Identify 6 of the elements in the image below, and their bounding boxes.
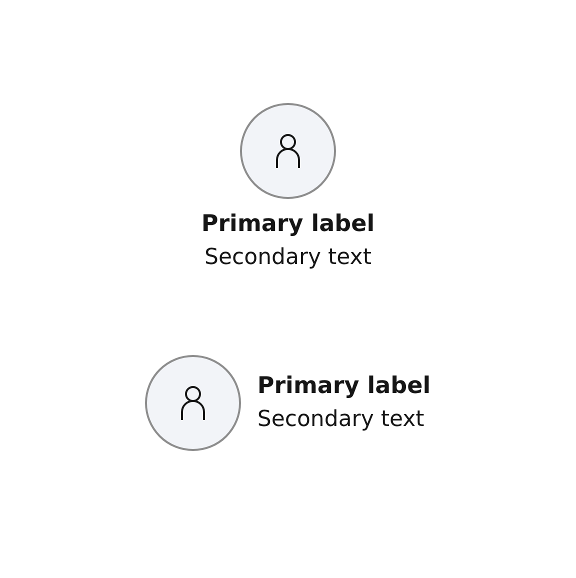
secondary-text: Secondary text [257,406,424,434]
user-icon [180,385,206,421]
primary-label: Primary label [257,372,431,401]
user-icon [274,133,301,169]
secondary-text: Secondary text [204,244,372,272]
primary-label: Primary label [201,210,375,239]
